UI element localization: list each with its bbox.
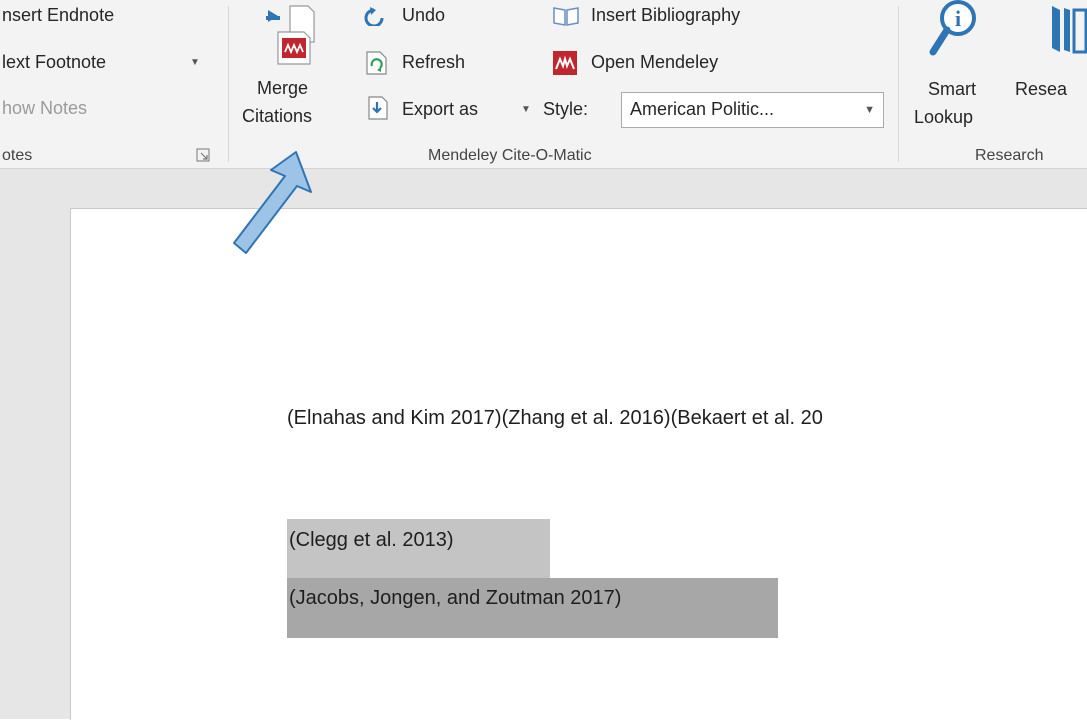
ribbon: nsert Endnote lext Footnote ▼ how Notes … [0,0,1087,169]
export-as-button[interactable]: Export as [402,98,478,120]
merge-citations-icon[interactable] [264,2,322,73]
smart-lookup-label[interactable]: Smart [928,78,976,100]
smart-lookup-button[interactable]: Lookup [914,106,973,128]
ribbon-separator [228,6,229,162]
dialog-launcher-icon[interactable] [196,148,210,167]
undo-icon[interactable] [364,6,388,31]
next-footnote-dropdown-icon[interactable]: ▼ [190,57,200,68]
style-label: Style: [543,99,589,119]
undo-button[interactable]: Undo [402,4,445,26]
refresh-icon[interactable] [364,50,390,81]
document-page[interactable] [70,208,1087,720]
insert-bibliography-icon[interactable] [553,6,579,31]
research-group-label: Research [975,147,1044,164]
insert-bibliography-button[interactable]: Insert Bibliography [591,4,740,26]
annotation-arrow [233,151,312,254]
citation-style-dropdown[interactable]: American Politic... ▼ [621,92,884,128]
merge-citations-button[interactable]: Citations [242,105,312,127]
researcher-icon[interactable] [1050,4,1087,59]
researcher-button[interactable]: Resea [1015,78,1067,100]
citation-line[interactable]: (Elnahas and Kim 2017)(Zhang et al. 2016… [287,407,823,430]
merge-citations-label[interactable]: Merge [257,77,308,99]
citation-line-selected[interactable]: (Clegg et al. 2013) [289,529,454,552]
refresh-button[interactable]: Refresh [402,51,465,73]
mendeley-group-label: Mendeley Cite-O-Matic [428,147,592,164]
ribbon-separator [898,6,899,162]
open-mendeley-button[interactable]: Open Mendeley [591,51,718,73]
export-icon[interactable] [364,95,390,126]
citation-style-value: American Politic... [630,99,775,119]
export-dropdown-icon[interactable]: ▼ [521,104,531,115]
smart-lookup-icon[interactable]: i [928,0,984,67]
open-mendeley-icon[interactable] [553,51,577,80]
footnotes-group-label: otes [2,147,33,164]
citation-line-selected[interactable]: (Jacobs, Jongen, and Zoutman 2017) [289,587,621,610]
chevron-down-icon[interactable]: ▼ [864,104,875,116]
insert-endnote-button[interactable]: nsert Endnote [2,4,114,26]
next-footnote-button[interactable]: lext Footnote [2,51,106,73]
show-notes-button: how Notes [2,98,88,118]
svg-text:i: i [955,6,961,31]
